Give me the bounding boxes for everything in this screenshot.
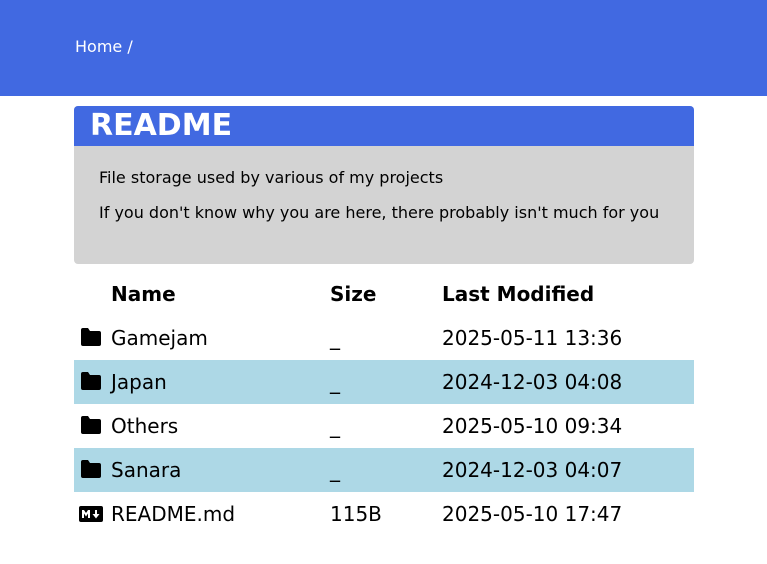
file-row-others[interactable]: Others _ 2025-05-10 09:34 [74, 404, 694, 448]
file-size: _ [330, 458, 340, 482]
folder-icon [79, 448, 103, 492]
breadcrumb: Home / [75, 37, 133, 57]
file-modified: 2024-12-03 04:07 [442, 458, 623, 482]
readme-panel: README File storage used by various of m… [74, 106, 694, 264]
readme-line: File storage used by various of my proje… [99, 168, 444, 187]
file-size: _ [330, 370, 340, 394]
file-row-readme[interactable]: README.md 115B 2025-05-10 17:47 [74, 492, 694, 536]
readme-title: README [90, 108, 233, 143]
file-modified: 2025-05-10 17:47 [442, 502, 623, 526]
file-row-japan[interactable]: Japan _ 2024-12-03 04:08 [74, 360, 694, 404]
file-name[interactable]: Sanara [111, 448, 181, 492]
readme-title-bar: README [74, 106, 694, 146]
file-name[interactable]: Japan [111, 360, 167, 404]
file-modified: 2025-05-10 09:34 [442, 414, 623, 438]
file-modified: 2025-05-11 13:36 [442, 326, 623, 350]
file-row-gamejam[interactable]: Gamejam _ 2025-05-11 13:36 [74, 316, 694, 360]
breadcrumb-separator: / [127, 37, 133, 56]
file-name[interactable]: README.md [111, 492, 235, 536]
folder-icon [79, 404, 103, 448]
folder-icon [79, 360, 103, 404]
column-header-size[interactable]: Size [330, 272, 376, 316]
top-header: Home / [0, 0, 767, 96]
file-name[interactable]: Others [111, 404, 178, 448]
file-size: _ [330, 414, 340, 438]
readme-body: File storage used by various of my proje… [99, 168, 659, 238]
readme-line: If you don't know why you are here, ther… [99, 203, 660, 222]
file-size: 115B [330, 502, 382, 526]
breadcrumb-home-link[interactable]: Home [75, 37, 122, 56]
file-size: _ [330, 326, 340, 350]
column-header-name[interactable]: Name [111, 272, 176, 316]
file-table: Name Size Last Modified Gamejam _ 2025-0… [74, 272, 694, 536]
folder-icon [79, 316, 103, 360]
markdown-icon [79, 492, 103, 536]
column-header-modified[interactable]: Last Modified [442, 272, 594, 316]
file-modified: 2024-12-03 04:08 [442, 370, 623, 394]
file-name[interactable]: Gamejam [111, 316, 208, 360]
file-table-header: Name Size Last Modified [74, 272, 694, 316]
file-row-sanara[interactable]: Sanara _ 2024-12-03 04:07 [74, 448, 694, 492]
